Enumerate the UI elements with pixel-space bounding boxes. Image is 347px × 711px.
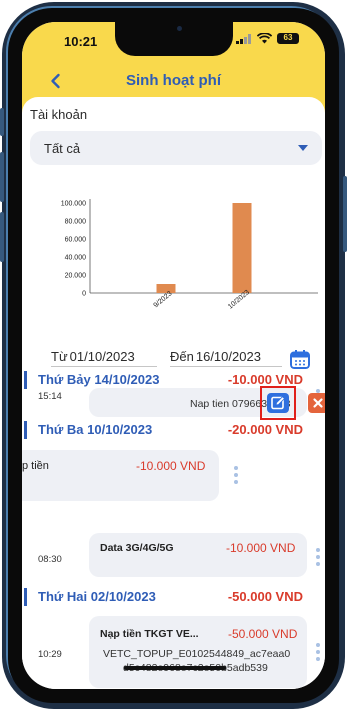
- y-tick-label: 60.000: [65, 237, 87, 244]
- more-vertical-icon[interactable]: [316, 548, 320, 569]
- account-label: Tài khoản: [30, 107, 88, 122]
- main-content: Tài khoản Tất cả 0 20.000 40.000 60.000 80.0…: [22, 97, 325, 689]
- account-selected-value: Tất cả: [44, 141, 81, 156]
- edit-button[interactable]: [267, 393, 289, 413]
- date-to-label: Đến: [170, 349, 194, 364]
- day-total: -10.000 VND: [227, 372, 303, 387]
- chart-bar: [232, 203, 252, 293]
- date-to-field[interactable]: Đến 16/10/2023: [170, 349, 282, 367]
- day-total: -50.000 VND: [227, 589, 303, 604]
- day-date: Thứ Ba 10/10/2023: [38, 422, 153, 437]
- transaction-time: 08:30: [38, 554, 62, 565]
- transaction-amount: -10.000 VND: [136, 459, 206, 473]
- status-time: 10:21: [64, 34, 98, 49]
- spending-bar-chart: 020.00040.00060.00080.000100.0009/2023 10…: [61, 199, 318, 311]
- home-indicator: [124, 666, 226, 670]
- day-date: Thứ Hai 02/10/2023: [38, 589, 156, 604]
- notch: [115, 22, 233, 56]
- y-tick-label: 40.000: [65, 255, 87, 262]
- more-vertical-icon[interactable]: [234, 466, 238, 487]
- volume-up-button: [0, 152, 4, 202]
- y-tick-label: 80.000: [65, 219, 87, 226]
- volume-down-button: [0, 212, 4, 262]
- transaction-name: Nạp tiền TKGT VE...: [100, 628, 199, 640]
- battery-icon: 63: [277, 33, 299, 44]
- y-tick-label: 0: [82, 291, 86, 298]
- transaction-card-swiped[interactable]: p tiền -10.000 VND: [22, 450, 219, 501]
- edit-highlight: [260, 386, 296, 420]
- delete-button[interactable]: [308, 393, 325, 413]
- close-icon: [313, 398, 323, 408]
- date-from-value: 01/10/2023: [69, 349, 135, 364]
- wifi-icon: [257, 33, 272, 44]
- status-icons: 63: [236, 33, 299, 44]
- transaction-time: 10:29: [38, 649, 62, 660]
- transaction-time: 15:14: [38, 391, 62, 400]
- transaction-card[interactable]: Nạp tiền TKGT VE... -50.000 VND VETC_TOP…: [89, 616, 307, 688]
- more-vertical-icon[interactable]: [316, 643, 320, 664]
- signal-icon: [236, 33, 251, 44]
- day-date: Thứ Bảy 14/10/2023: [38, 372, 160, 387]
- day-header: Thứ Ba 10/10/2023 -20.000 VND: [22, 420, 325, 442]
- power-button: [343, 176, 347, 252]
- date-from-label: Từ: [51, 349, 68, 364]
- account-dropdown[interactable]: Tất cả: [30, 131, 322, 165]
- y-tick-label: 20.000: [65, 273, 87, 280]
- page-title: Sinh hoạt phí: [126, 72, 221, 89]
- transaction-card[interactable]: Data 3G/4G/5G -10.000 VND: [89, 533, 307, 577]
- chevron-down-icon: [298, 145, 308, 151]
- transaction-amount: -50.000 VND: [228, 627, 298, 641]
- transaction-amount: -10.000 VND: [226, 541, 296, 555]
- app-screen: 10:21 63 Sinh hoạt phí Tài khoản Tất cả …: [22, 22, 325, 689]
- day-total: -20.000 VND: [227, 422, 303, 437]
- edit-icon: [271, 396, 285, 410]
- day-header: Thứ Hai 02/10/2023 -50.000 VND: [22, 587, 325, 609]
- y-tick-label: 100.000: [61, 201, 86, 208]
- transaction-name: Data 3G/4G/5G: [100, 542, 174, 554]
- date-to-value: 16/10/2023: [195, 349, 261, 364]
- date-from-field[interactable]: Từ 01/10/2023: [51, 349, 157, 367]
- mute-switch: [0, 108, 4, 136]
- calendar-icon[interactable]: [290, 350, 310, 369]
- transaction-note: VETC_TOPUP_E0102544849_ac7eaa0: [103, 648, 291, 660]
- transaction-name: p tiền: [22, 460, 49, 472]
